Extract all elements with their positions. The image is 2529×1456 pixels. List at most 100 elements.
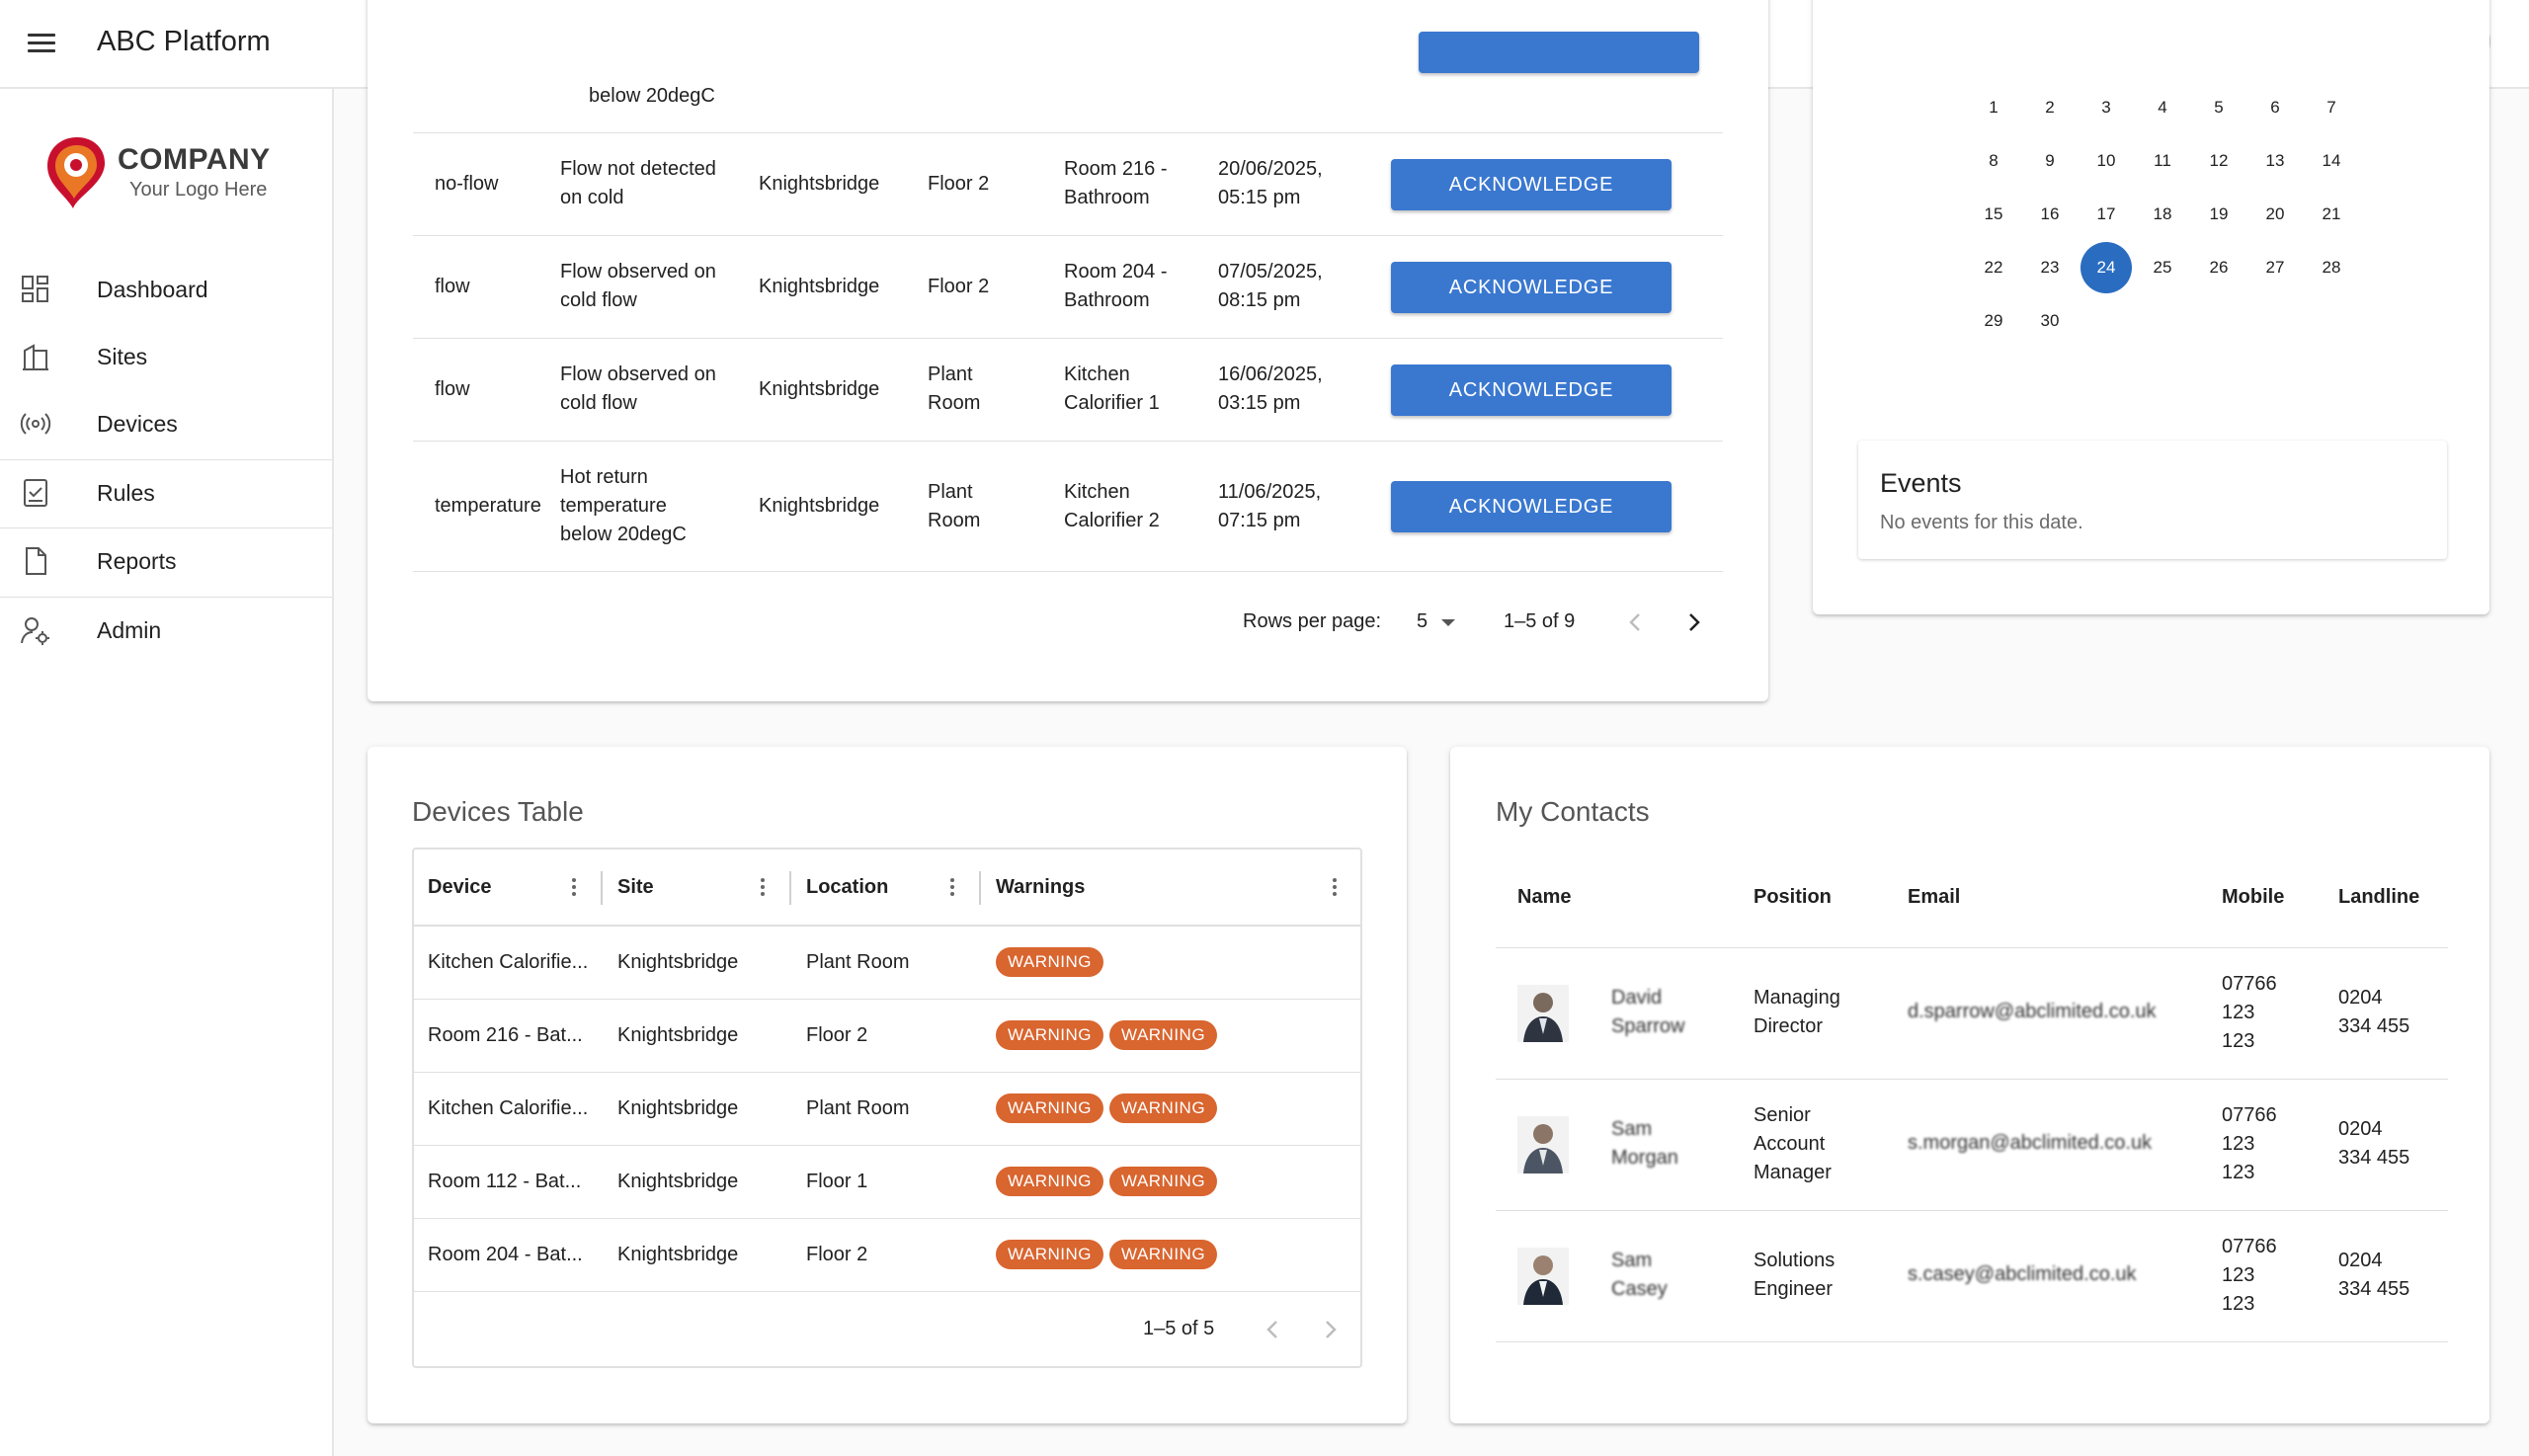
column-menu-icon[interactable] [564, 875, 584, 901]
column-header-position: Position [1754, 886, 1832, 908]
nav-item-devices[interactable]: Devices [0, 390, 332, 457]
table-row[interactable]: Room 216 - Bat... Knightsbridge Floor 2 … [414, 1000, 1360, 1073]
prev-page-button[interactable] [1256, 1312, 1291, 1347]
calendar-day[interactable]: 6 [2249, 82, 2301, 133]
grid-header: Device Site Location Warnings [414, 849, 1360, 927]
device-location: Floor 2 [806, 1024, 868, 1046]
alert-site: Knightsbridge [759, 495, 880, 517]
alert-description: below 20degC [589, 85, 715, 107]
column-menu-icon[interactable] [753, 875, 773, 901]
table-row: Sam Casey Solutions Engineer s.casey@abcli… [1496, 1211, 2448, 1342]
calendar-day[interactable]: 10 [2080, 135, 2132, 187]
calendar-day[interactable]: 5 [2193, 82, 2244, 133]
table-row[interactable]: Kitchen Calorifie... Knightsbridge Plant… [414, 1073, 1360, 1146]
column-menu-icon[interactable] [1325, 875, 1345, 901]
alert-location: Room 204 - Bathroom [1064, 261, 1168, 311]
column-header-location[interactable]: Location [806, 873, 888, 902]
acknowledge-button[interactable]: ACKNOWLEDGE [1391, 481, 1672, 532]
rows-per-page-select[interactable]: 5 [1413, 607, 1462, 638]
nav-item-dashboard[interactable]: Dashboard [0, 256, 332, 323]
warning-badge: WARNING [996, 1020, 1104, 1050]
table-row: David Sparrow Managing Director d.sparrow@… [1496, 948, 2448, 1080]
column-separator[interactable] [789, 871, 791, 905]
next-page-button[interactable] [1312, 1312, 1347, 1347]
acknowledge-button[interactable] [1419, 32, 1699, 73]
acknowledge-button[interactable]: ACKNOWLEDGE [1391, 159, 1672, 210]
column-header-warnings[interactable]: Warnings [996, 873, 1085, 902]
column-header-device[interactable]: Device [428, 873, 492, 902]
calendar-day[interactable]: 29 [1968, 295, 2019, 347]
calendar-day[interactable]: 9 [2024, 135, 2076, 187]
table-row[interactable]: Room 112 - Bat... Knightsbridge Floor 1 … [414, 1146, 1360, 1219]
calendar-day[interactable]: 20 [2249, 189, 2301, 240]
column-header-site[interactable]: Site [617, 873, 654, 902]
acknowledge-button[interactable]: ACKNOWLEDGE [1391, 364, 1672, 416]
warning-badge: WARNING [996, 1167, 1104, 1196]
column-header-mobile: Mobile [2222, 886, 2285, 908]
building-icon [23, 344, 48, 370]
column-header-landline: Landline [2338, 886, 2420, 908]
next-page-button[interactable] [1675, 605, 1711, 640]
calendar-day[interactable]: 18 [2137, 189, 2188, 240]
calendar-day[interactable]: 23 [2024, 242, 2076, 293]
alert-type: temperature [435, 495, 541, 517]
calendar-day[interactable]: 30 [2024, 295, 2076, 347]
device-location: Floor 2 [806, 1244, 868, 1265]
calendar-day[interactable]: 22 [1968, 242, 2019, 293]
calendar-day-selected[interactable]: 24 [2080, 242, 2132, 293]
calendar-day[interactable]: 1 [1968, 82, 2019, 133]
device-name: Room 204 - Bat... [428, 1244, 583, 1265]
checklist-icon [24, 479, 47, 507]
calendar-day[interactable]: 15 [1968, 189, 2019, 240]
chevron-right-icon [1689, 613, 1700, 631]
column-separator[interactable] [979, 871, 981, 905]
calendar-day[interactable]: 13 [2249, 135, 2301, 187]
table-row: flow Flow observed on cold flow Knightsbr… [413, 236, 1723, 339]
menu-icon[interactable] [26, 28, 57, 59]
contact-email[interactable]: d.sparrow@abclimited.co.uk [1908, 998, 2157, 1026]
calendar-day[interactable]: 8 [1968, 135, 2019, 187]
calendar-day[interactable]: 2 [2024, 82, 2076, 133]
calendar-day[interactable]: 4 [2137, 82, 2188, 133]
nav-item-sites[interactable]: Sites [0, 323, 332, 390]
device-name: Room 112 - Bat... [428, 1171, 582, 1192]
calendar-day[interactable]: 28 [2306, 242, 2357, 293]
nav-item-rules[interactable]: Rules [0, 459, 332, 526]
contact-email[interactable]: s.morgan@abclimited.co.uk [1908, 1129, 2152, 1158]
table-row[interactable]: Kitchen Calorifie... Knightsbridge Plant… [414, 927, 1360, 1000]
calendar-day[interactable]: 16 [2024, 189, 2076, 240]
user-settings-icon [21, 617, 49, 645]
logo-tagline: Your Logo Here [129, 179, 268, 201]
nav-item-admin[interactable]: Admin [0, 597, 332, 664]
warning-badge: WARNING [996, 947, 1104, 977]
calendar-day[interactable]: 11 [2137, 135, 2188, 187]
calendar-day[interactable]: 27 [2249, 242, 2301, 293]
calendar-day[interactable]: 3 [2080, 82, 2132, 133]
calendar-day[interactable]: 14 [2306, 135, 2357, 187]
calendar-day[interactable]: 25 [2137, 242, 2188, 293]
dashboard-icon [22, 276, 48, 302]
alert-time: 07/05/2025, 08:15 pm [1218, 261, 1323, 311]
company-logo: COMPANY Your Logo Here [43, 133, 300, 212]
calendar-grid: 1 2 3 4 5 6 7 8 9 10 11 12 13 14 15 16 1… [1813, 0, 2489, 425]
calendar-day[interactable]: 17 [2080, 189, 2132, 240]
device-name: Room 216 - Bat... [428, 1024, 583, 1046]
calendar-day[interactable]: 26 [2193, 242, 2244, 293]
alert-floor: Floor 2 [928, 173, 990, 195]
device-site: Knightsbridge [617, 951, 739, 973]
column-menu-icon[interactable] [942, 875, 962, 901]
calendar-day[interactable]: 12 [2193, 135, 2244, 187]
nav-item-reports[interactable]: Reports [0, 527, 332, 595]
contact-email[interactable]: s.casey@abclimited.co.uk [1908, 1260, 2137, 1289]
app-title: ABC Platform [97, 26, 271, 57]
acknowledge-button[interactable]: ACKNOWLEDGE [1391, 262, 1672, 313]
column-separator[interactable] [601, 871, 603, 905]
device-location: Floor 1 [806, 1171, 868, 1192]
calendar-day[interactable]: 21 [2306, 189, 2357, 240]
warnings-cell: WARNING WARNING [996, 1020, 1223, 1050]
calendar-day[interactable]: 19 [2193, 189, 2244, 240]
table-row[interactable]: Room 204 - Bat... Knightsbridge Floor 2 … [414, 1219, 1360, 1292]
alert-location: Room 216 - Bathroom [1064, 158, 1168, 208]
calendar-day[interactable]: 7 [2306, 82, 2357, 133]
prev-page-button[interactable] [1618, 605, 1654, 640]
